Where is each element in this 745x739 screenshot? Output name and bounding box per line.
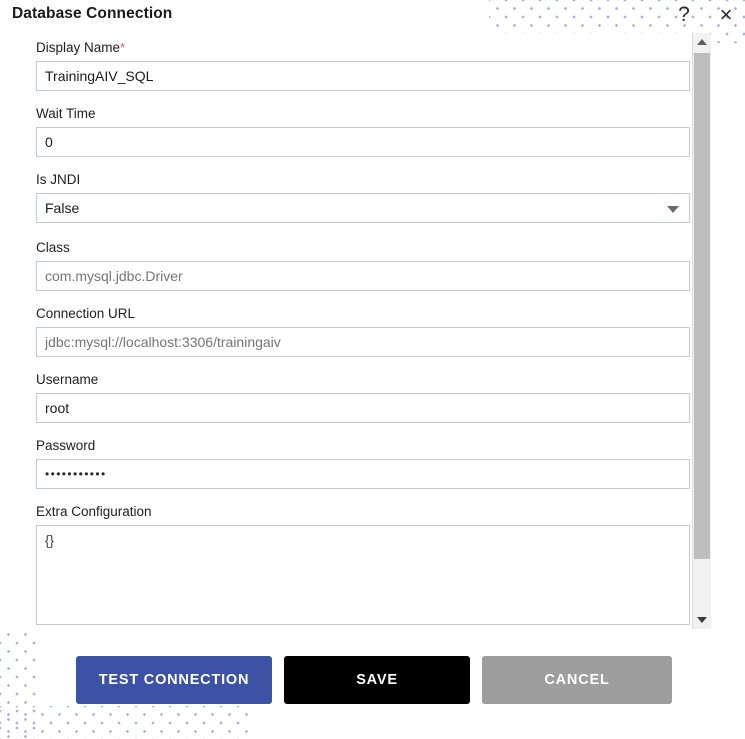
triangle-up-icon <box>697 39 707 45</box>
field-password: Password ••••••••••• <box>36 437 690 489</box>
database-connection-dialog: Database Connection ? × Display Name* Wai… <box>0 0 745 739</box>
label-text: Wait Time <box>36 106 96 121</box>
input-display-name[interactable] <box>36 61 690 91</box>
select-is-jndi[interactable]: FalseTrue <box>36 193 690 223</box>
field-label-extra-configuration: Extra Configuration <box>36 503 690 520</box>
field-extra-configuration: Extra Configuration <box>36 503 690 625</box>
field-label-class: Class <box>36 239 690 256</box>
form-scroll-region: Display Name* Wait Time Is JNDI FalseTrue Cl… <box>0 33 692 629</box>
cancel-button[interactable]: CANCEL <box>482 656 672 704</box>
field-label-password: Password <box>36 437 690 454</box>
field-username: Username <box>36 371 690 423</box>
field-label-connection-url: Connection URL <box>36 305 690 322</box>
input-password[interactable]: ••••••••••• <box>36 459 690 489</box>
field-is-jndi: Is JNDI FalseTrue <box>36 171 690 223</box>
field-label-wait-time: Wait Time <box>36 105 690 122</box>
dialog-footer: TEST CONNECTION SAVE CANCEL <box>0 656 745 716</box>
dialog-title: Database Connection <box>12 5 173 22</box>
input-wait-time[interactable] <box>36 127 690 157</box>
input-connection-url[interactable] <box>36 327 690 357</box>
label-text: Display Name <box>36 40 121 55</box>
required-marker: * <box>120 40 126 55</box>
textarea-extra-configuration[interactable] <box>36 525 690 625</box>
select-wrapper-is-jndi: FalseTrue <box>36 193 690 223</box>
field-connection-url: Connection URL <box>36 305 690 357</box>
label-text: Is JNDI <box>36 172 81 187</box>
triangle-down-icon <box>697 617 707 623</box>
input-class[interactable] <box>36 261 690 291</box>
label-text: Password <box>36 438 96 453</box>
input-username[interactable] <box>36 393 690 423</box>
scrollbar-down-arrow-icon[interactable] <box>693 611 711 629</box>
close-icon[interactable]: × <box>713 2 739 28</box>
dialog-titlebar: Database Connection ? × <box>0 0 745 32</box>
label-text: Username <box>36 372 99 387</box>
scrollbar-up-arrow-icon[interactable] <box>693 33 711 51</box>
label-text: Connection URL <box>36 306 136 321</box>
help-icon[interactable]: ? <box>671 2 697 28</box>
save-button[interactable]: SAVE <box>284 656 470 704</box>
label-text: Class <box>36 240 70 255</box>
field-wait-time: Wait Time <box>36 105 690 157</box>
field-label-display-name: Display Name* <box>36 39 690 56</box>
scrollbar-thumb[interactable] <box>694 53 710 559</box>
test-connection-button[interactable]: TEST CONNECTION <box>76 656 272 704</box>
field-label-is-jndi: Is JNDI <box>36 171 690 188</box>
field-class: Class <box>36 239 690 291</box>
label-text: Extra Configuration <box>36 504 152 519</box>
field-display-name: Display Name* <box>36 39 690 91</box>
form-vertical-scrollbar[interactable] <box>692 33 711 629</box>
field-label-username: Username <box>36 371 690 388</box>
